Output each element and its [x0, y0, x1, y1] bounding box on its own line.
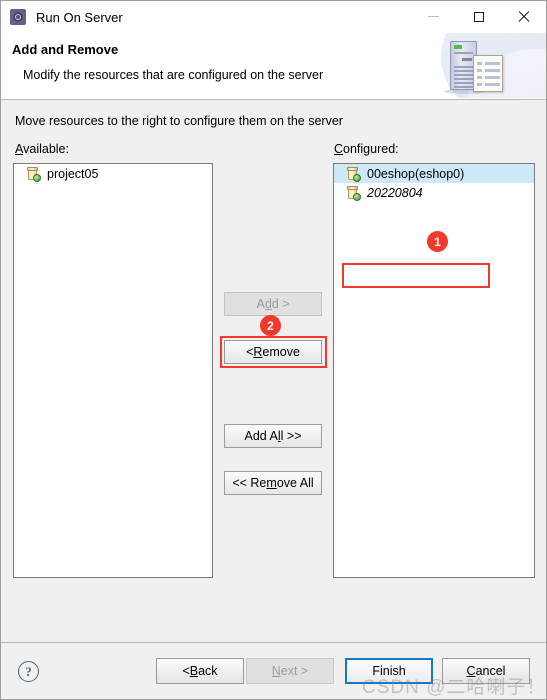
- server-gear-icon: [10, 9, 26, 25]
- configured-resources-list[interactable]: 00eshop(eshop0) 20220804: [333, 163, 535, 578]
- title-bar: Run On Server: [1, 1, 546, 33]
- available-resources-list[interactable]: project05: [13, 163, 213, 578]
- run-on-server-dialog: Run On Server Add and Remove Modify the …: [0, 0, 547, 700]
- module-jar-icon: [26, 166, 41, 182]
- server-illustration-icon: [426, 33, 546, 98]
- list-item[interactable]: 00eshop(eshop0): [334, 164, 534, 183]
- maximize-icon: [473, 11, 484, 22]
- configured-label: Configured:: [334, 142, 399, 156]
- minimize-button[interactable]: [411, 1, 456, 32]
- finish-button[interactable]: Finish: [345, 658, 433, 684]
- module-jar-icon: [346, 166, 361, 182]
- add-all-button[interactable]: Add All >>: [224, 424, 322, 448]
- document-icon: [473, 55, 503, 92]
- module-jar-icon: [346, 185, 361, 201]
- list-item-label: 20220804: [367, 185, 423, 200]
- window-controls: [411, 1, 546, 32]
- available-label: Available:: [15, 142, 69, 156]
- annotation-badge-1: 1: [427, 231, 448, 252]
- annotation-badge-2: 2: [260, 315, 281, 336]
- page-description: Modify the resources that are configured…: [23, 68, 324, 82]
- list-item-label: project05: [47, 166, 99, 181]
- list-item-label: 00eshop(eshop0): [367, 166, 465, 181]
- dialog-footer: ? < Back Next > Finish Cancel: [1, 642, 546, 699]
- window-title: Run On Server: [36, 9, 123, 25]
- remove-button[interactable]: < Remove: [224, 340, 322, 364]
- minimize-icon: [428, 16, 439, 17]
- cancel-button[interactable]: Cancel: [442, 658, 530, 684]
- close-icon: [517, 10, 530, 23]
- remove-all-button[interactable]: << Re m ove All: [224, 471, 322, 495]
- close-button[interactable]: [501, 1, 546, 32]
- next-button[interactable]: Next >: [246, 658, 334, 684]
- dialog-body: Move resources to the right to configure…: [1, 100, 546, 642]
- page-title: Add and Remove: [12, 42, 119, 57]
- help-icon[interactable]: ?: [18, 661, 39, 682]
- list-item[interactable]: project05: [14, 164, 212, 183]
- list-item[interactable]: 20220804: [334, 183, 534, 202]
- back-button[interactable]: < Back: [156, 658, 244, 684]
- instruction-text: Move resources to the right to configure…: [15, 114, 343, 128]
- maximize-button[interactable]: [456, 1, 501, 32]
- wizard-header: Add and Remove Modify the resources that…: [1, 33, 546, 100]
- add-button[interactable]: Add >: [224, 292, 322, 316]
